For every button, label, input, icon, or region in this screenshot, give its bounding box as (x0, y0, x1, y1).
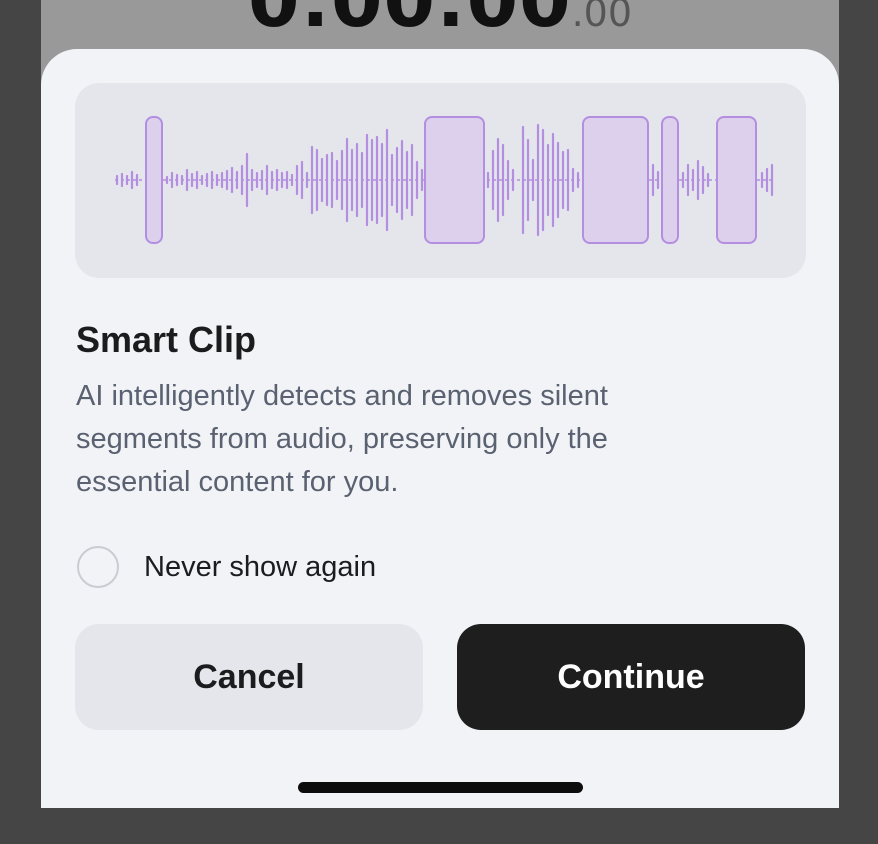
never-show-again-option[interactable]: Never show again (77, 543, 376, 591)
recording-timer: 0:00:00.00 (41, 0, 839, 44)
smart-clip-sheet: Smart Clip AI intelligently detects and … (41, 49, 839, 808)
continue-button[interactable]: Continue (457, 624, 805, 730)
waveform-graphic (115, 116, 774, 244)
cancel-button[interactable]: Cancel (75, 624, 423, 730)
dialog-title: Smart Clip (76, 319, 257, 360)
silent-segment-highlight (716, 116, 757, 244)
home-indicator[interactable] (298, 782, 583, 793)
never-show-again-label: Never show again (144, 550, 377, 583)
timer-fraction: .00 (571, 0, 633, 35)
silent-segment-highlight (145, 116, 163, 244)
waveform-illustration (75, 83, 806, 278)
timer-main: 0:00:00 (247, 0, 572, 44)
dialog-description: AI intelligently detects and removes sil… (76, 380, 608, 498)
silent-segment-highlight (424, 116, 485, 244)
never-show-again-checkbox[interactable] (77, 546, 119, 588)
silent-segment-highlight (582, 116, 649, 244)
app-screen: 0:00:00.00 Smart Clip AI intelligently d… (41, 0, 839, 808)
silent-segment-highlight (661, 116, 679, 244)
